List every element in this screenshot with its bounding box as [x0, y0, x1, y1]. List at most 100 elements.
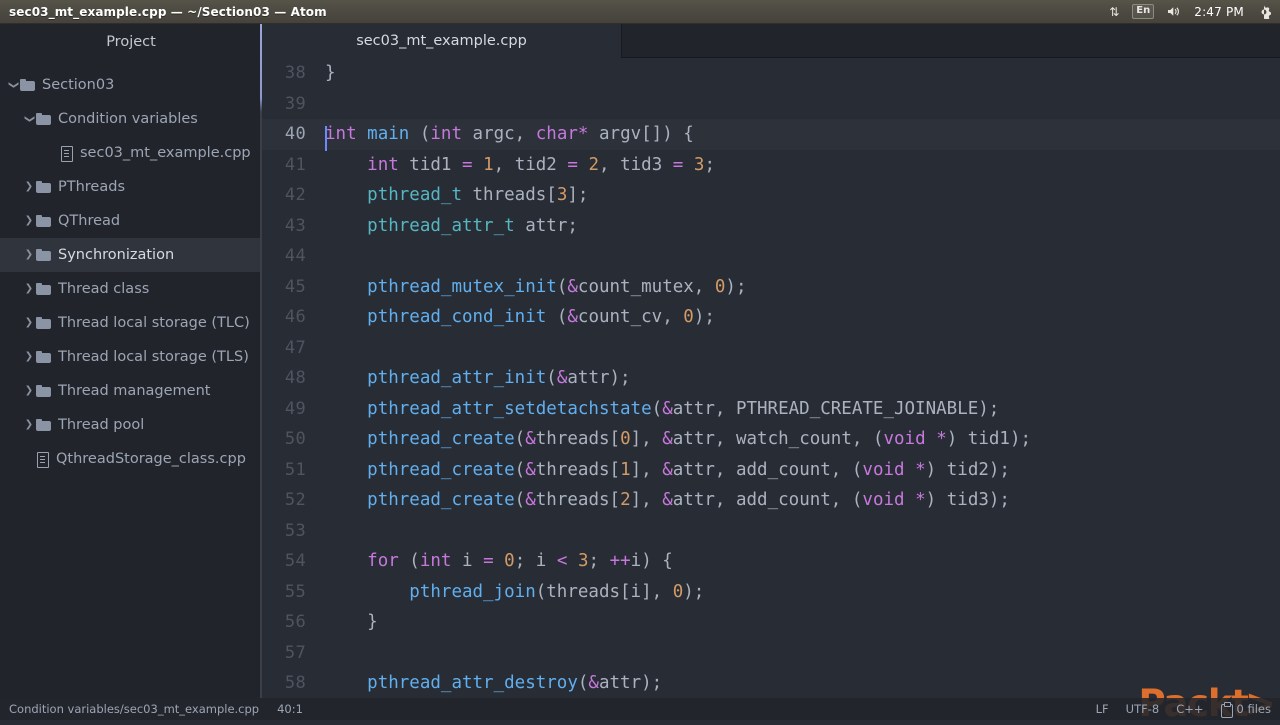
tree-item-thread-local-storage-tls[interactable]: ❯ Thread local storage (TLS): [0, 340, 262, 374]
code-token: =: [461, 154, 473, 175]
tree-item-label: Synchronization: [58, 246, 175, 263]
code-token: 0: [672, 581, 684, 602]
code-line-42[interactable]: 42 pthread_t threads[3];: [262, 180, 1280, 211]
chevron-right-icon[interactable]: ❯: [22, 284, 36, 294]
code-line-50[interactable]: 50 pthread_create(&threads[0], &attr, wa…: [262, 424, 1280, 455]
tab-sec03-mt-example[interactable]: sec03_mt_example.cpp: [262, 24, 622, 58]
folder-icon-glyph: [36, 113, 51, 125]
chevron-right-icon[interactable]: ❯: [22, 216, 36, 226]
chevron-right-icon[interactable]: ❯: [22, 386, 36, 396]
code-line-content: int main (int argc, char* argv[]) {: [325, 124, 1280, 152]
chevron-right-icon[interactable]: ❯: [22, 318, 36, 328]
code-line-43[interactable]: 43 pthread_attr_t attr;: [262, 211, 1280, 242]
line-number: 46: [284, 307, 306, 328]
code-line-content: pthread_mutex_init(&count_mutex, 0);: [325, 277, 1280, 297]
language-indicator[interactable]: En: [1132, 4, 1155, 19]
code-line-45[interactable]: 45 pthread_mutex_init(&count_mutex, 0);: [262, 272, 1280, 303]
tree-item-label: Thread management: [58, 382, 211, 399]
code-token: 1: [620, 459, 631, 480]
tree-item-sec03-mt-example-cpp[interactable]: sec03_mt_example.cpp: [0, 136, 262, 170]
code-token: void: [862, 459, 905, 480]
tree-item-pthreads[interactable]: ❯ PThreads: [0, 170, 262, 204]
tree-item-synchronization[interactable]: ❯ Synchronization: [0, 238, 262, 272]
code-token: 2: [588, 154, 600, 175]
window-titlebar: sec03_mt_example.cpp — ~/Section03 — Ato…: [0, 0, 1280, 24]
status-cursor-position[interactable]: 40:1: [277, 702, 303, 716]
line-number: 47: [284, 337, 306, 358]
folder-icon: [36, 385, 51, 397]
tree-item-thread-pool[interactable]: ❯ Thread pool: [0, 408, 262, 442]
tree-item-label: QThread: [58, 212, 121, 229]
folder-icon-glyph: [36, 249, 51, 261]
chevron-right-icon[interactable]: ❯: [22, 182, 36, 192]
chevron-right-icon[interactable]: ❯: [22, 250, 36, 260]
code-line-38[interactable]: 38}: [262, 58, 1280, 89]
code-line-48[interactable]: 48 pthread_attr_init(&attr);: [262, 363, 1280, 394]
code-line-52[interactable]: 52 pthread_create(&threads[2], &attr, ad…: [262, 485, 1280, 516]
folder-icon: [36, 317, 51, 329]
code-line-49[interactable]: 49 pthread_attr_setdetachstate(&attr, PT…: [262, 394, 1280, 425]
tree-item-qthreadstorage-class-cpp[interactable]: QthreadStorage_class.cpp: [0, 442, 262, 476]
chevron-down-icon[interactable]: ❯: [24, 112, 35, 126]
code-token: );: [683, 581, 705, 602]
code-token: &: [567, 276, 578, 297]
status-git-group[interactable]: 0 files: [1220, 701, 1271, 718]
code-line-53[interactable]: 53: [262, 516, 1280, 547]
code-token: (: [651, 398, 663, 419]
code-line-44[interactable]: 44: [262, 241, 1280, 272]
editor-pane: sec03_mt_example.cpp 38} 39 40 int main (in…: [262, 24, 1280, 698]
code-line-content: pthread_attr_t attr;: [325, 216, 1280, 236]
code-line-content: for (int i = 0; i < 3; ++i) {: [325, 551, 1280, 571]
network-icon[interactable]: ⇅: [1109, 6, 1119, 18]
tree-item-section03[interactable]: ❯ Section03: [0, 68, 262, 102]
code-line-47[interactable]: 47: [262, 333, 1280, 364]
gear-icon[interactable]: [1257, 5, 1271, 19]
code-token: pthread_mutex_init: [367, 276, 557, 297]
code-line-40[interactable]: 40 int main (int argc, char* argv[]) {: [262, 119, 1280, 152]
status-line-ending[interactable]: LF: [1096, 702, 1109, 716]
tree-item-thread-class[interactable]: ❯ Thread class: [0, 272, 262, 306]
code-token: attr);: [567, 368, 631, 389]
code-token: (: [514, 429, 526, 450]
code-line-content: pthread_attr_destroy(&attr);: [325, 673, 1280, 693]
code-line-51[interactable]: 51 pthread_create(&threads[1], &attr, ad…: [262, 455, 1280, 486]
code-line-41[interactable]: 41 int tid1 = 1, tid2 = 2, tid3 = 3;: [262, 150, 1280, 181]
code-line-39[interactable]: 39: [262, 89, 1280, 120]
code-token: i) {: [630, 551, 673, 572]
tree-item-label: QthreadStorage_class.cpp: [56, 450, 246, 467]
code-token: &: [525, 490, 536, 511]
code-line-54[interactable]: 54 for (int i = 0; i < 3; ++i) {: [262, 546, 1280, 577]
file-icon-glyph: [36, 452, 49, 468]
status-encoding[interactable]: UTF-8: [1126, 702, 1160, 716]
code-token: &: [662, 398, 673, 419]
code-line-57[interactable]: 57: [262, 638, 1280, 669]
code-editor[interactable]: 38} 39 40 int main (int argc, char* argv[])…: [262, 58, 1280, 698]
code-token: pthread_attr_setdetachstate: [367, 398, 652, 419]
code-line-58[interactable]: 58 pthread_attr_destroy(&attr);: [262, 668, 1280, 698]
volume-icon[interactable]: [1167, 5, 1181, 18]
tree-item-thread-management[interactable]: ❯ Thread management: [0, 374, 262, 408]
status-file-path[interactable]: Condition variables/sec03_mt_example.cpp: [9, 702, 259, 716]
chevron-right-icon[interactable]: ❯: [22, 352, 36, 362]
folder-icon: [36, 351, 51, 363]
code-token: int: [367, 154, 399, 175]
code-token: attr, add_count, (: [672, 490, 863, 511]
tree-item-thread-local-storage-tlc[interactable]: ❯ Thread local storage (TLC): [0, 306, 262, 340]
tree-item-condition-variables[interactable]: ❯ Condition variables: [0, 102, 262, 136]
tree-item-label: PThreads: [58, 178, 125, 195]
code-line-46[interactable]: 46 pthread_cond_init (&count_cv, 0);: [262, 302, 1280, 333]
chevron-right-icon[interactable]: ❯: [22, 420, 36, 430]
status-grammar[interactable]: C++: [1176, 702, 1203, 716]
tree-item-qthread[interactable]: ❯ QThread: [0, 204, 262, 238]
tray-clock[interactable]: 2:47 PM: [1194, 5, 1244, 19]
line-number: 52: [284, 490, 306, 511]
code-line-56[interactable]: 56 }: [262, 607, 1280, 638]
code-token: 3: [693, 154, 705, 175]
tree-item-label: sec03_mt_example.cpp: [80, 144, 251, 161]
code-line-55[interactable]: 55 pthread_join(threads[i], 0);: [262, 577, 1280, 608]
chevron-down-icon[interactable]: ❯: [8, 78, 19, 92]
